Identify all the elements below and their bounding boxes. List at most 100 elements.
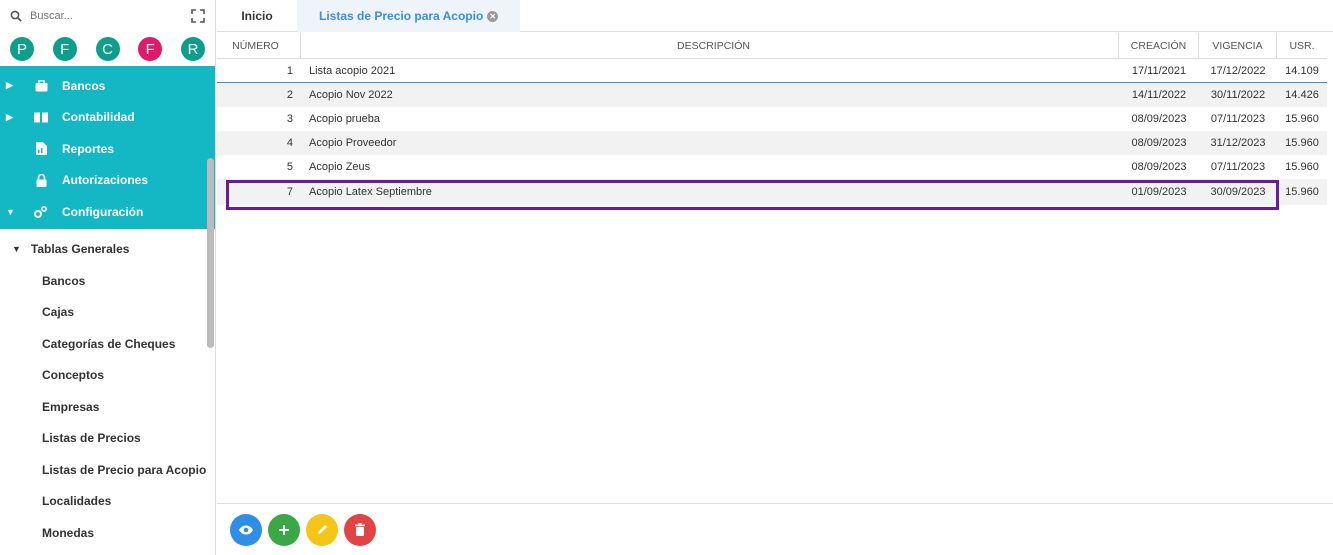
cell-numero: 3 [286,113,293,125]
cell-creacion: 14/11/2022 [1131,89,1187,101]
cell-vigencia: 07/11/2023 [1210,113,1266,125]
pencil-icon [317,525,327,534]
column-header-usr[interactable]: USR. [1277,33,1327,58]
table-row[interactable]: 1 Lista acopio 2021 17/11/2021 17/12/202… [217,59,1327,83]
view-button[interactable] [230,513,262,546]
menu-item-label: Configuración [62,204,144,219]
submenu-item-listas-precios[interactable]: Listas de Precios [0,423,215,455]
caret-down-icon: ▼ [6,206,15,217]
submenu-item-monedas[interactable]: Monedas [0,517,215,549]
cell-descripcion: Acopio prueba [309,113,380,125]
cell-creacion: 17/11/2021 [1131,64,1187,77]
cell-creacion: 08/09/2023 [1131,137,1187,149]
cell-descripcion: Acopio Proveedor [309,137,397,149]
table-header: NÚMERO DESCRIPCIÓN CREACIÓN VIGENCIA USR… [217,33,1327,59]
plus-icon [279,524,289,535]
caret-right-icon: ▶ [6,111,13,122]
table-row[interactable]: 3 Acopio prueba 08/09/2023 07/11/2023 15… [217,107,1327,131]
cell-numero: 4 [286,137,293,149]
menu-item-label: Reportes [62,141,115,156]
cell-numero: 2 [286,89,293,101]
cell-usr: 15.960 [1285,137,1319,149]
menu-item-label: Bancos [62,78,106,93]
cell-numero: 7 [286,186,293,198]
menu-item-reportes[interactable]: Reportes [0,133,215,165]
menu-item-autorizaciones[interactable]: Autorizaciones [0,165,215,197]
submenu-item-conceptos[interactable]: Conceptos [0,360,215,392]
cell-vigencia: 07/11/2023 [1210,161,1266,173]
table-row[interactable]: 4 Acopio Proveedor 08/09/2023 31/12/2023… [217,131,1327,155]
book-icon [30,110,52,124]
tab-listas-precio-acopio[interactable]: Listas de Precio para Acopio ✕ [297,0,521,32]
report-icon [30,142,52,156]
avatar[interactable]: F [52,37,77,61]
cell-creacion: 08/09/2023 [1131,161,1187,173]
submenu-item-listas-precio-acopio[interactable]: Listas de Precio para Acopio [0,454,215,486]
menu-item-configuracion[interactable]: ▼ Configuración [0,196,215,228]
menu-item-label: Contabilidad [62,110,135,125]
trash-icon [355,523,365,536]
avatar-row: P F C F R [0,32,215,66]
cell-usr: 14.109 [1285,64,1319,77]
action-bar [217,503,1333,555]
cell-creacion: 08/09/2023 [1131,113,1187,125]
gears-icon [30,205,52,219]
tab-label: Listas de Precio para Acopio [319,9,484,23]
lock-icon [30,173,52,187]
table-row[interactable]: 5 Acopio Zeus 08/09/2023 07/11/2023 15.9… [217,155,1327,179]
submenu-header-label: Tablas Generales [30,242,130,256]
caret-down-icon: ▼ [12,244,21,254]
caret-right-icon: ▶ [6,80,13,91]
search-row [0,0,215,32]
submenu: ▼ Tablas Generales Bancos Cajas Categorí… [0,229,215,549]
eye-icon [239,525,253,534]
cell-descripcion: Acopio Zeus [309,161,371,173]
table-row-selected[interactable]: 7 Acopio Latex Septiembre 01/09/2023 30/… [217,179,1327,205]
cell-descripcion: Lista acopio 2021 [309,64,396,77]
add-button[interactable] [268,513,300,546]
cell-numero: 1 [286,64,293,77]
main-menu: ▶ Bancos ▶ Contabilidad Reportes Autoriz… [0,66,215,229]
menu-item-bancos[interactable]: ▶ Bancos [0,70,215,102]
edit-button[interactable] [306,513,338,546]
tab-bar: Inicio Listas de Precio para Acopio ✕ [217,0,1333,32]
menu-item-label: Autorizaciones [62,173,149,188]
cell-vigencia: 17/12/2022 [1210,64,1266,77]
table-row[interactable]: 2 Acopio Nov 2022 14/11/2022 30/11/2022 … [217,83,1327,107]
cell-usr: 14.426 [1285,89,1319,101]
sidebar: P F C F R ▶ Bancos ▶ Contabilidad Report… [0,0,216,555]
submenu-item-cajas[interactable]: Cajas [0,297,215,329]
submenu-header-tablas-generales[interactable]: ▼ Tablas Generales [0,233,215,265]
fullscreen-icon[interactable] [191,9,205,23]
search-input[interactable] [30,10,191,22]
submenu-item-localidades[interactable]: Localidades [0,486,215,518]
column-header-descripcion[interactable]: DESCRIPCIÓN [301,33,1119,58]
cell-descripcion: Acopio Latex Septiembre [309,186,432,198]
cell-creacion: 01/09/2023 [1131,186,1187,198]
cell-usr: 15.960 [1285,186,1319,198]
submenu-item-empresas[interactable]: Empresas [0,391,215,423]
cell-descripcion: Acopio Nov 2022 [309,89,393,101]
avatar[interactable]: P [10,37,34,61]
column-header-creacion[interactable]: CREACIÓN [1119,33,1199,58]
submenu-item-bancos[interactable]: Bancos [0,265,215,297]
column-header-vigencia[interactable]: VIGENCIA [1199,33,1277,58]
menu-item-contabilidad[interactable]: ▶ Contabilidad [0,102,215,134]
avatar[interactable]: R [181,37,205,61]
briefcase-icon [30,79,52,93]
cell-numero: 5 [286,161,293,173]
cell-vigencia: 30/09/2023 [1210,186,1266,198]
cell-vigencia: 30/11/2022 [1210,89,1266,101]
search-icon [10,10,22,22]
cell-usr: 15.960 [1285,113,1319,125]
tab-inicio[interactable]: Inicio [217,0,297,32]
cell-vigencia: 31/12/2023 [1210,137,1266,149]
submenu-item-categorias-cheques[interactable]: Categorías de Cheques [0,328,215,360]
main-panel: Inicio Listas de Precio para Acopio ✕ NÚ… [217,0,1333,555]
sidebar-scrollbar[interactable] [207,158,214,348]
avatar[interactable]: C [95,37,120,61]
delete-button[interactable] [344,513,376,546]
close-icon[interactable]: ✕ [487,10,499,22]
column-header-numero[interactable]: NÚMERO [217,33,301,58]
avatar[interactable]: F [138,37,163,61]
